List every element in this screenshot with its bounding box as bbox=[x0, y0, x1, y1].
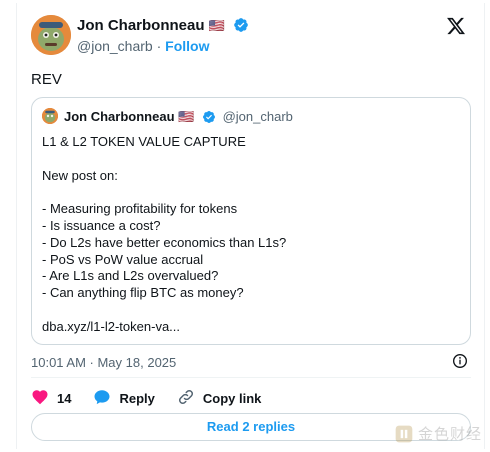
quote-body: L1 & L2 TOKEN VALUE CAPTURE New post on:… bbox=[42, 134, 462, 336]
quote-author-handle: @jon_charb bbox=[222, 109, 293, 124]
like-count: 14 bbox=[57, 390, 72, 406]
quote-line bbox=[42, 302, 462, 319]
separator-dot: · bbox=[156, 38, 162, 54]
action-bar: 14 Reply Copy link bbox=[31, 387, 283, 409]
reply-button[interactable]: Reply bbox=[93, 388, 155, 409]
us-flag-icon: 🇺🇸 bbox=[208, 18, 225, 33]
x-logo-icon[interactable] bbox=[446, 16, 466, 41]
tweet-timestamp[interactable]: 10:01 AM · May 18, 2025 bbox=[31, 355, 176, 370]
author-handle-row: @jon_charb · Follow bbox=[77, 38, 209, 54]
reply-label: Reply bbox=[119, 390, 155, 406]
author-name[interactable]: Jon Charbonneau 🇺🇸 bbox=[77, 17, 249, 37]
us-flag-icon: 🇺🇸 bbox=[178, 109, 195, 124]
watermark-text: 金色财经 bbox=[417, 426, 482, 443]
quote-line: - PoS vs PoW value accrual bbox=[42, 251, 204, 267]
author-avatar[interactable] bbox=[31, 15, 71, 55]
quote-line bbox=[42, 151, 462, 168]
quoted-tweet[interactable]: Jon Charbonneau 🇺🇸 @jon_charb L1 & L2 TO… bbox=[31, 97, 471, 345]
quote-line: - Is issuance a cost? bbox=[42, 217, 161, 233]
copy-link-label: Copy link bbox=[202, 390, 262, 406]
reply-bubble-icon bbox=[93, 388, 111, 409]
copy-link-button[interactable]: Copy link bbox=[177, 388, 262, 409]
verified-badge-icon bbox=[202, 110, 216, 127]
author-handle[interactable]: @jon_charb bbox=[77, 38, 153, 54]
link-icon bbox=[177, 388, 195, 409]
watermark-logo-icon bbox=[395, 425, 413, 442]
divider bbox=[31, 377, 471, 378]
quote-line: - Measuring profitability for tokens bbox=[42, 201, 238, 217]
author-name-text: Jon Charbonneau bbox=[77, 17, 205, 34]
quote-line: - Are L1s and L2s overvalued? bbox=[42, 268, 219, 284]
quote-header: Jon Charbonneau 🇺🇸 @jon_charb bbox=[64, 109, 293, 127]
info-icon[interactable] bbox=[452, 353, 468, 374]
tweet-card: Jon Charbonneau 🇺🇸 @jon_charb · Follow R… bbox=[16, 3, 485, 449]
quote-line: New post on: bbox=[42, 167, 118, 183]
quote-line bbox=[42, 184, 462, 201]
quote-author-avatar bbox=[42, 108, 58, 124]
quote-line: - Can anything flip BTC as money? bbox=[42, 285, 244, 301]
quote-author-name: Jon Charbonneau bbox=[64, 109, 175, 124]
like-button[interactable]: 14 bbox=[31, 388, 71, 409]
tweet-text: REV bbox=[31, 71, 62, 88]
follow-button[interactable]: Follow bbox=[165, 38, 209, 54]
watermark: 金色财经 bbox=[394, 423, 482, 444]
quote-line: - Do L2s have better economics than L1s? bbox=[42, 234, 287, 250]
quote-link[interactable]: dba.xyz/l1-l2-token-va... bbox=[42, 319, 462, 336]
verified-badge-icon bbox=[233, 17, 249, 37]
quote-line: L1 & L2 TOKEN VALUE CAPTURE bbox=[42, 134, 246, 149]
heart-icon bbox=[31, 388, 49, 409]
